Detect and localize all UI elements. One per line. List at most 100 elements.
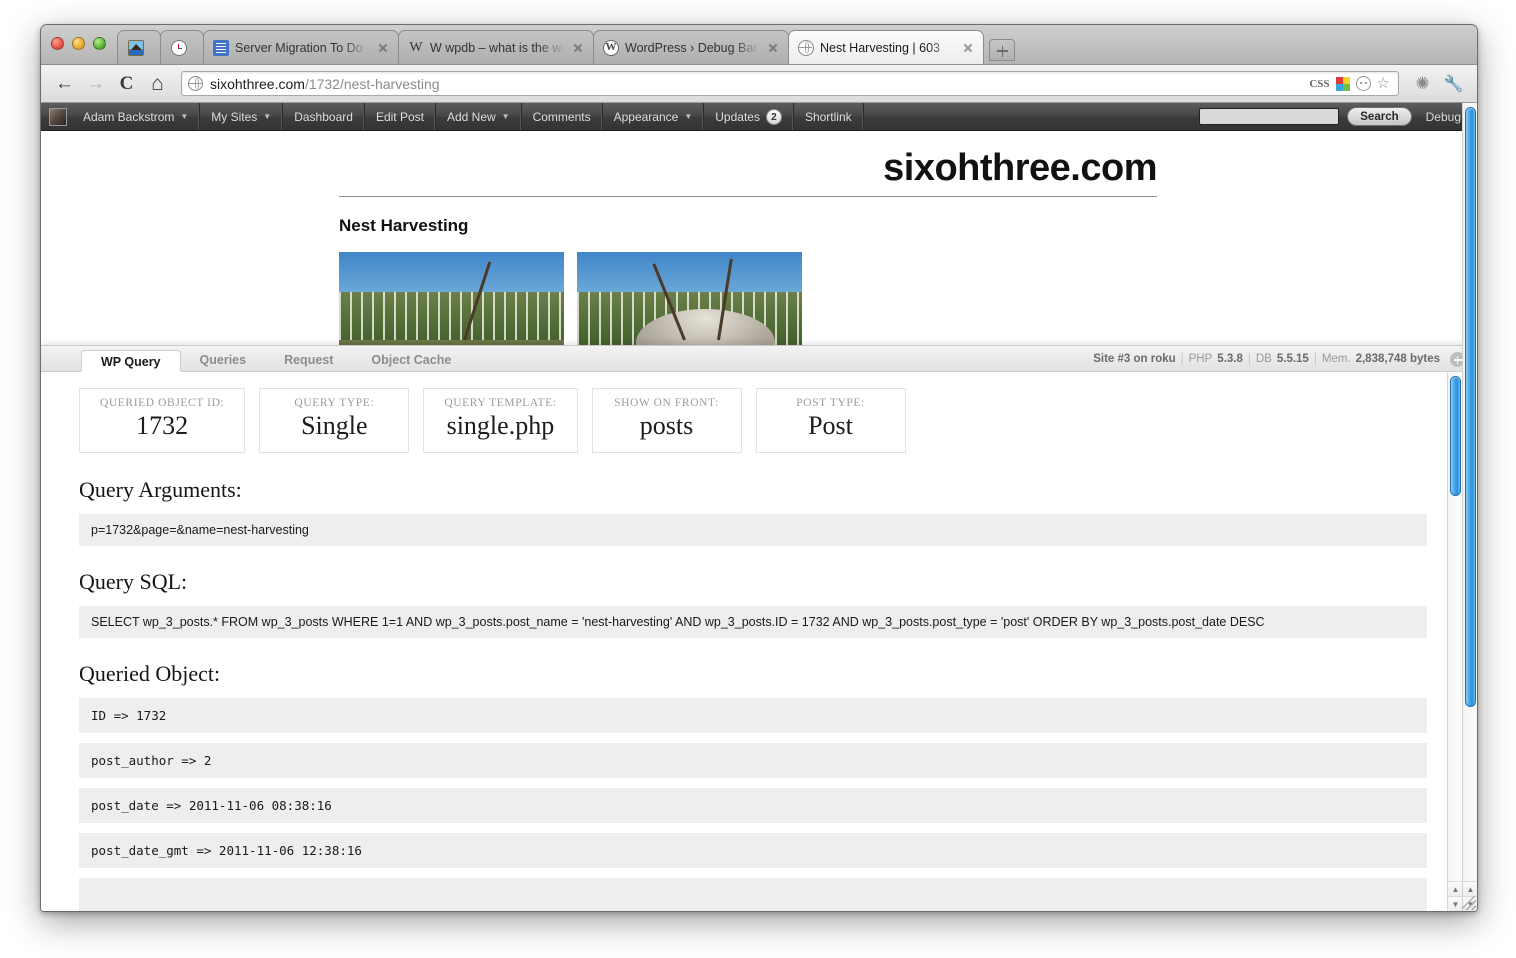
tab-label: W wpdb – what is the way to se xyxy=(430,40,568,55)
adminbar-item-user[interactable]: Adam Backstrom ▼ xyxy=(72,103,201,130)
browser-toolbar: ← → C ⌂ sixohthree.com /1732/nest-harves… xyxy=(41,65,1477,103)
post-photo-2[interactable] xyxy=(577,252,802,345)
infobox-show-on-front: SHOW ON FRONT: posts xyxy=(591,388,742,454)
color-palette-icon[interactable] xyxy=(1335,76,1350,91)
infobox-label: POST TYPE: xyxy=(796,397,865,410)
tab-queries[interactable]: Queries xyxy=(181,349,266,371)
queried-object-row: post_date => 2011-11-06 08:38:16 xyxy=(79,788,1427,824)
stat-php-version: 5.3.8 xyxy=(1217,353,1243,366)
reddit-icon[interactable] xyxy=(1355,76,1371,91)
infobox-value: Post xyxy=(808,411,853,441)
avatar xyxy=(41,103,72,130)
adminbar-label: Edit Post xyxy=(375,109,424,124)
tab-pinned-clock-app[interactable] xyxy=(160,30,204,64)
stat-separator: | xyxy=(1180,353,1184,366)
globe-icon xyxy=(798,39,814,56)
google-docs-icon xyxy=(213,39,229,56)
stat-separator: | xyxy=(1247,353,1251,366)
wikipedia-icon: W xyxy=(409,39,423,55)
page-scrollbar[interactable]: ▲ ▼ xyxy=(1462,103,1477,911)
section-heading-queried-object: Queried Object: xyxy=(79,661,221,687)
scroll-down-arrow-icon[interactable]: ▼ xyxy=(1448,896,1463,911)
debug-bar-tabs: WP Query Queries Request Object Cache xyxy=(81,346,470,373)
tab-label: Server Migration To Do – Goo xyxy=(235,40,373,55)
infobox-post-type: POST TYPE: Post xyxy=(755,388,906,454)
adminbar-label: Appearance xyxy=(613,109,679,124)
adminbar-item-edit-post[interactable]: Edit Post xyxy=(365,103,436,130)
debug-bar-body[interactable]: QUERIED OBJECT ID: 1732 QUERY TYPE: Sing… xyxy=(41,372,1477,911)
adminbar-item-appearance[interactable]: Appearance ▼ xyxy=(603,103,705,130)
site-content: sixohthree.com Nest Harvesting xyxy=(41,131,1477,345)
addressbar-extensions: CSS ☆ xyxy=(1309,76,1392,91)
queried-object-row: post_author => 2 xyxy=(79,743,1427,779)
stat-mem-label: Mem. xyxy=(1321,353,1351,366)
close-icon[interactable] xyxy=(377,42,389,54)
reload-button[interactable]: C xyxy=(113,70,140,97)
gear-icon[interactable]: ✺ xyxy=(1409,70,1436,97)
close-icon[interactable] xyxy=(572,42,584,54)
adminbar-label: Dashboard xyxy=(294,109,353,124)
adminbar-item-my-sites[interactable]: My Sites ▼ xyxy=(200,103,284,130)
close-window-button[interactable] xyxy=(51,37,64,50)
window-controls[interactable] xyxy=(51,37,106,50)
debug-menu-item[interactable]: Debug xyxy=(1420,110,1467,124)
tab-server-migration[interactable]: Server Migration To Do – Goo xyxy=(203,30,399,64)
debug-bar-stats: Site #3 on roku | PHP 5.3.8 | DB 5.5.15 … xyxy=(1093,352,1465,371)
section-heading-query-sql: Query SQL: xyxy=(79,569,188,595)
debug-bar-panel: WP Query Queries Request Object Cache Si… xyxy=(41,345,1477,911)
infobox-label: QUERIED OBJECT ID: xyxy=(100,397,225,410)
adminbar-item-shortlink[interactable]: Shortlink xyxy=(794,103,864,130)
tab-request[interactable]: Request xyxy=(265,349,352,371)
debug-panel-scrollbar[interactable]: ▲ ▼ xyxy=(1447,372,1463,911)
forward-button[interactable]: → xyxy=(82,70,109,97)
back-button[interactable]: ← xyxy=(51,70,78,97)
wrench-icon[interactable]: 🔧 xyxy=(1440,70,1467,97)
new-tab-button[interactable] xyxy=(989,39,1015,61)
infobox-value: Single xyxy=(301,411,368,441)
tab-label: WordPress › Debug Bar « Wor xyxy=(625,40,763,55)
adminbar-right-group: Search Debug xyxy=(1199,103,1477,130)
address-bar[interactable]: sixohthree.com /1732/nest-harvesting CSS… xyxy=(181,71,1399,96)
tab-wordpress-debug-bar[interactable]: W WordPress › Debug Bar « Wor xyxy=(593,30,789,64)
close-icon[interactable] xyxy=(767,42,779,54)
queried-object-row xyxy=(79,878,1427,911)
tab-object-cache[interactable]: Object Cache xyxy=(352,349,470,371)
scroll-up-arrow-icon[interactable]: ▲ xyxy=(1463,881,1477,896)
adminbar-item-updates[interactable]: Updates 2 xyxy=(704,103,794,130)
css-badge-icon[interactable]: CSS xyxy=(1309,78,1329,90)
site-info-globe-icon[interactable] xyxy=(188,76,203,91)
image-app-icon xyxy=(128,39,144,56)
adminbar-item-add-new[interactable]: Add New ▼ xyxy=(436,103,522,130)
adminbar-item-comments[interactable]: Comments xyxy=(522,103,603,130)
close-icon[interactable] xyxy=(962,42,974,54)
post-title: Nest Harvesting xyxy=(339,216,469,235)
infobox-query-template: QUERY TEMPLATE: single.php xyxy=(423,388,578,454)
wordpress-icon: W xyxy=(603,39,619,56)
tab-strip: Server Migration To Do – Goo W W wpdb – … xyxy=(41,25,1477,65)
bookmark-star-icon[interactable]: ☆ xyxy=(1377,76,1390,91)
stat-site: Site #3 on roku xyxy=(1093,353,1176,366)
infobox-value: single.php xyxy=(446,411,555,441)
header-divider xyxy=(339,196,1157,197)
post-photo-1[interactable] xyxy=(339,252,564,345)
resize-grip[interactable] xyxy=(1462,896,1476,910)
debug-info-boxes: QUERIED OBJECT ID: 1732 QUERY TYPE: Sing… xyxy=(79,388,1427,454)
home-button[interactable]: ⌂ xyxy=(144,70,171,97)
tab-wp-query[interactable]: WP Query xyxy=(81,350,181,373)
adminbar-label: Adam Backstrom xyxy=(83,109,175,124)
post-photos xyxy=(339,252,1477,345)
infobox-label: QUERY TYPE: xyxy=(294,397,375,410)
adminbar-item-dashboard[interactable]: Dashboard xyxy=(283,103,365,130)
zoom-window-button[interactable] xyxy=(93,37,106,50)
tab-nest-harvesting[interactable]: Nest Harvesting | 603 xyxy=(788,30,984,64)
scroll-up-arrow-icon[interactable]: ▲ xyxy=(1448,881,1463,896)
infobox-label: SHOW ON FRONT: xyxy=(614,397,719,410)
search-input[interactable] xyxy=(1199,108,1340,125)
tab-pinned-image-app[interactable] xyxy=(117,30,161,64)
tab-wpdb-question[interactable]: W W wpdb – what is the way to se xyxy=(398,30,594,64)
stat-db-version: 5.5.15 xyxy=(1276,353,1309,366)
search-button[interactable]: Search xyxy=(1347,107,1412,126)
minimize-window-button[interactable] xyxy=(72,37,85,50)
page-scrollbar-thumb[interactable] xyxy=(1465,107,1476,707)
debug-panel-scrollbar-thumb[interactable] xyxy=(1450,376,1461,497)
